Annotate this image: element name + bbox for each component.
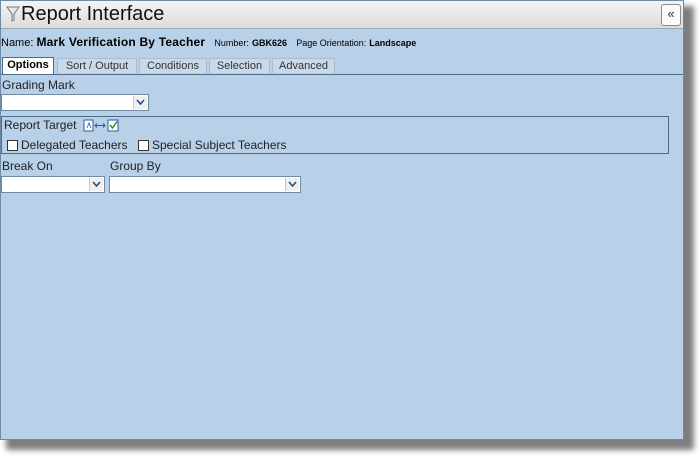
orientation-label: Page Orientation: (296, 38, 367, 48)
tab-selection[interactable]: Selection (209, 58, 270, 73)
title-bar: Report Interface « (1, 1, 683, 29)
delegated-teachers-label: Delegated Teachers (21, 138, 128, 152)
tab-advanced[interactable]: Advanced (272, 58, 335, 73)
swap-target-icon[interactable] (83, 119, 121, 132)
tab-options[interactable]: Options (2, 57, 54, 74)
tab-conditions[interactable]: Conditions (139, 58, 207, 73)
report-number: GBK626 (252, 38, 288, 48)
page-orientation: Landscape (369, 38, 417, 48)
number-label: Number: (214, 38, 249, 48)
special-subject-teachers-checkbox[interactable] (138, 140, 149, 151)
report-interface-window: Report Interface « Name: Mark Verificati… (0, 0, 684, 440)
report-info-bar: Name: Mark Verification By Teacher Numbe… (1, 35, 416, 49)
double-chevron-left-icon: « (667, 6, 675, 21)
group-by-label: Group By (110, 159, 161, 173)
delegated-teachers-checkbox[interactable] (7, 140, 18, 151)
tab-underline (1, 74, 683, 75)
grading-mark-label: Grading Mark (2, 78, 75, 92)
collapse-panel-button[interactable]: « (661, 4, 681, 26)
break-on-select[interactable] (1, 176, 105, 193)
grading-mark-dropdown-arrow[interactable] (133, 96, 147, 109)
report-target-group: Report Target Delegated Teachers Special… (1, 116, 669, 154)
break-on-label: Break On (2, 159, 53, 173)
tab-sort-output[interactable]: Sort / Output (57, 58, 137, 73)
name-label: Name: (1, 37, 34, 49)
report-target-label: Report Target (4, 118, 77, 132)
chevron-down-icon (288, 181, 297, 187)
filter-icon (6, 6, 20, 22)
report-name: Mark Verification By Teacher (36, 35, 206, 49)
group-by-select[interactable] (109, 176, 301, 193)
special-subject-teachers-label: Special Subject Teachers (152, 138, 287, 152)
chevron-down-icon (136, 99, 145, 105)
break-on-dropdown-arrow[interactable] (89, 178, 103, 191)
group-by-dropdown-arrow[interactable] (285, 178, 299, 191)
grading-mark-select[interactable] (1, 94, 149, 111)
chevron-down-icon (92, 181, 101, 187)
window-title: Report Interface (21, 3, 165, 25)
